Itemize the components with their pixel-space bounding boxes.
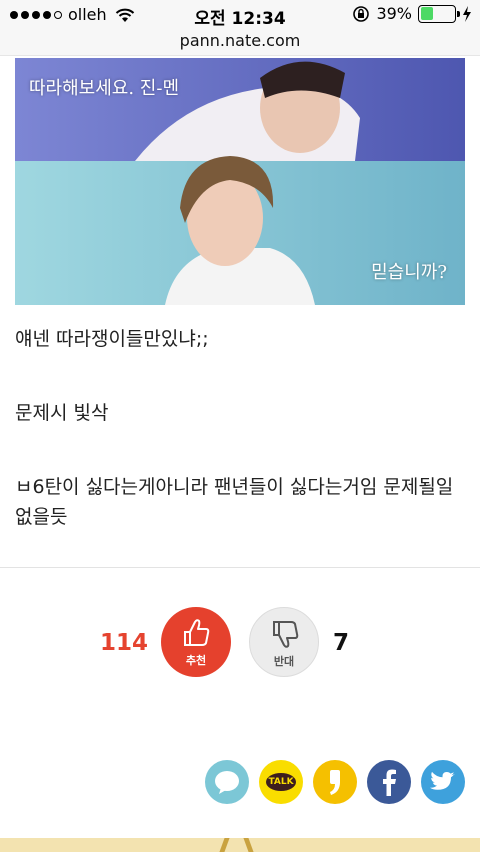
share-kakaostory-button[interactable] xyxy=(205,760,249,804)
kakaotalk-icon: TALK xyxy=(266,773,296,791)
downvote-count: 7 xyxy=(333,630,350,656)
divider xyxy=(0,567,480,568)
status-bar: olleh 오전 12:34 39% xyxy=(0,0,480,30)
share-kakao-page-button[interactable] xyxy=(313,760,357,804)
post-line-1: 얘넨 따라쟁이들만있냐;; xyxy=(15,328,209,350)
upvote-count: 114 xyxy=(100,630,149,656)
share-kakaotalk-button[interactable]: TALK xyxy=(259,760,303,804)
share-twitter-button[interactable] xyxy=(421,760,465,804)
image-caption-top: 따라해보세요. 진-멘 xyxy=(29,78,180,99)
thumbs-up-icon xyxy=(184,619,210,646)
upvote-label: 추천 xyxy=(185,654,207,667)
charging-icon xyxy=(463,5,471,22)
status-right: 39% xyxy=(352,4,472,23)
battery-percent: 39% xyxy=(376,4,412,23)
post-line-3: ㅂ6탄이 싫다는게아니라 팬년들이 싫다는거임 문제될일 없을듯 xyxy=(15,476,454,528)
orientation-lock-icon xyxy=(353,5,370,22)
downvote-button[interactable]: 반대 xyxy=(249,607,319,677)
facebook-icon xyxy=(383,769,396,796)
quote-mark-icon xyxy=(330,770,340,795)
downvote-label: 반대 xyxy=(273,655,295,668)
speech-bubble-icon xyxy=(215,771,239,794)
image-caption-bottom: 믿습니까? xyxy=(371,262,447,283)
share-facebook-button[interactable] xyxy=(367,760,411,804)
upvote-button[interactable]: 추천 xyxy=(161,607,231,677)
battery-icon xyxy=(418,4,460,23)
post-image: 따라해보세요. 진-멘 믿습니까? xyxy=(15,58,465,305)
post-line-2: 문제시 빛삭 xyxy=(15,402,109,424)
bottom-banner xyxy=(0,838,480,852)
url-bar[interactable]: pann.nate.com xyxy=(0,30,480,56)
thumbs-down-icon xyxy=(273,621,299,648)
twitter-bird-icon xyxy=(429,771,455,790)
